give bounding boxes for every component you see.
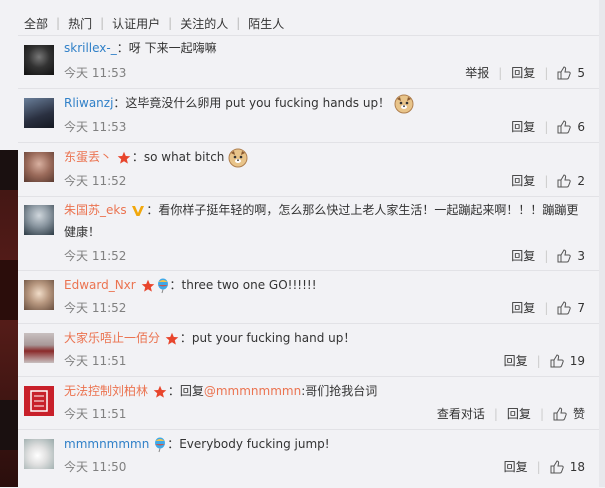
thumbs-up-icon (550, 459, 564, 473)
balloon-badge-icon (157, 278, 168, 293)
comment-item: 东蛋丢丶 ：so what bitch 今天 11:52 回复 | 2 (18, 142, 599, 197)
comment-time: 今天 11:51 (64, 354, 127, 368)
star-badge-icon (117, 151, 131, 164)
comment-time: 今天 11:52 (64, 301, 127, 315)
reply-button[interactable]: 回复 (511, 172, 535, 189)
like-button[interactable]: 19 (550, 354, 585, 368)
avatar[interactable] (24, 98, 54, 128)
comment-time: 今天 11:53 (64, 66, 127, 80)
avatar[interactable] (24, 280, 54, 310)
like-button[interactable]: 赞 (553, 405, 585, 422)
dog-emoji-icon (228, 148, 248, 167)
thumbs-up-icon (557, 248, 572, 262)
like-button[interactable]: 6 (557, 120, 585, 134)
username-link[interactable]: 东蛋丢丶 (64, 150, 112, 164)
tab-divider: | (236, 16, 241, 30)
star-badge-icon (153, 385, 167, 398)
like-button[interactable]: 2 (557, 174, 585, 188)
comment-text: ：three two one GO!!!!!! (169, 278, 317, 292)
thumbs-up-icon (557, 173, 572, 187)
reply-button[interactable]: 回复 (507, 405, 531, 422)
mention-link[interactable]: @mmmnmmmn (204, 384, 301, 398)
comment-text-prefix: ：回复 (167, 384, 204, 398)
username-link[interactable]: 大家乐唔止一佰分 (64, 331, 160, 345)
like-label: 赞 (572, 407, 585, 421)
star-badge-icon (141, 279, 154, 292)
comment-time: 今天 11:52 (64, 249, 127, 263)
tab-divider: | (56, 16, 61, 30)
tab-verified-users[interactable]: 认证用户 (112, 15, 160, 32)
like-button[interactable]: 5 (557, 66, 585, 80)
comment-item: 大家乐唔止一佰分 ：put your fucking hand up！ 今天 1… (18, 323, 599, 377)
avatar[interactable] (24, 45, 54, 75)
like-count: 6 (577, 119, 585, 134)
like-count: 19 (569, 353, 585, 368)
username-link[interactable]: Rliwanzj (64, 96, 113, 110)
thumbs-up-icon (550, 353, 564, 367)
username-link[interactable]: Edward_Nxr (64, 278, 136, 292)
like-button[interactable]: 18 (550, 460, 585, 474)
balloon-badge-icon (155, 437, 166, 452)
star-badge-icon (165, 332, 179, 345)
comment-time: 今天 11:50 (64, 460, 127, 474)
username-link[interactable]: mmmnmmmn (64, 437, 149, 451)
comment-text: ：Everybody fucking jump! (167, 437, 330, 451)
tab-hot[interactable]: 热门 (68, 15, 92, 32)
username-link[interactable]: skrillex-_ (64, 41, 117, 55)
thumbs-up-icon (553, 406, 567, 420)
view-conversation-button[interactable]: 查看对话 (437, 405, 485, 422)
comment-item: Edward_Nxr ：three two one GO!!!!!! 今天 11… (18, 270, 599, 324)
tab-divider: | (168, 16, 173, 30)
comment-text: ：呀 下来一起嗨嘛 (116, 41, 217, 55)
verified-v-badge-icon (132, 205, 145, 216)
thumbs-up-icon (557, 65, 572, 79)
comment-item: skrillex-_：呀 下来一起嗨嘛 今天 11:53 举报 | 回复 | 5 (18, 35, 599, 89)
comment-item: mmmnmmmn ：Everybody fucking jump! 今天 11:… (18, 429, 599, 488)
comment-item: 朱国苏_eks ：看你样子挺年轻的啊，怎么那么快过上老人家生活！一起蹦起来啊！！… (18, 196, 599, 271)
tab-divider: | (100, 16, 105, 30)
tab-strangers[interactable]: 陌生人 (248, 15, 284, 32)
comment-panel: 全部 | 热门 | 认证用户 | 关注的人 | 陌生人 skrillex-_：呀… (18, 0, 599, 487)
tab-following[interactable]: 关注的人 (180, 15, 228, 32)
like-button[interactable]: 3 (557, 249, 585, 263)
like-count: 7 (577, 300, 585, 315)
comment-text: ：看你样子挺年轻的啊，怎么那么快过上老人家生活！一起蹦起来啊！！！蹦蹦更 (146, 203, 579, 217)
reply-button[interactable]: 回复 (511, 118, 535, 135)
like-count: 2 (577, 173, 585, 188)
reply-button[interactable]: 回复 (504, 352, 528, 369)
reply-button[interactable]: 回复 (504, 458, 528, 475)
avatar[interactable] (24, 152, 54, 182)
comment-text-continued: 健康！ (64, 225, 101, 239)
comment-item: 无法控制刘柏林 ：回复@mmmnmmmn:哥们抢我台词 今天 11:51 查看对… (18, 376, 599, 430)
dog-emoji-icon (394, 94, 414, 113)
report-button[interactable]: 举报 (465, 64, 489, 81)
comment-text: :哥们抢我台词 (301, 384, 378, 398)
thumbs-up-icon (557, 119, 572, 133)
like-count: 3 (577, 248, 585, 263)
comment-text: ：这毕竟没什么卵用 put you fucking hands up！ (113, 96, 391, 110)
thumbs-up-icon (557, 300, 572, 314)
reply-button[interactable]: 回复 (511, 299, 535, 316)
comment-filter-tabs: 全部 | 热门 | 认证用户 | 关注的人 | 陌生人 (24, 14, 284, 32)
scrollbar-track[interactable] (599, 0, 605, 487)
comment-text: ：put your fucking hand up！ (179, 331, 356, 345)
tab-all[interactable]: 全部 (24, 15, 48, 32)
comment-text: ：so what bitch (131, 150, 225, 164)
username-link[interactable]: 朱国苏_eks (64, 203, 127, 217)
avatar[interactable] (24, 439, 54, 469)
logo-avatar-pattern (30, 390, 48, 412)
comment-time: 今天 11:53 (64, 120, 127, 134)
avatar[interactable] (24, 205, 54, 235)
username-link[interactable]: 无法控制刘柏林 (64, 384, 148, 398)
comment-time: 今天 11:51 (64, 407, 127, 421)
like-count: 5 (577, 65, 585, 80)
comment-item: Rliwanzj：这毕竟没什么卵用 put you fucking hands … (18, 88, 599, 143)
avatar[interactable] (24, 333, 54, 363)
like-count: 18 (569, 459, 585, 474)
like-button[interactable]: 7 (557, 301, 585, 315)
reply-button[interactable]: 回复 (511, 64, 535, 81)
comment-time: 今天 11:52 (64, 174, 127, 188)
reply-button[interactable]: 回复 (511, 247, 535, 264)
avatar[interactable] (24, 386, 54, 416)
